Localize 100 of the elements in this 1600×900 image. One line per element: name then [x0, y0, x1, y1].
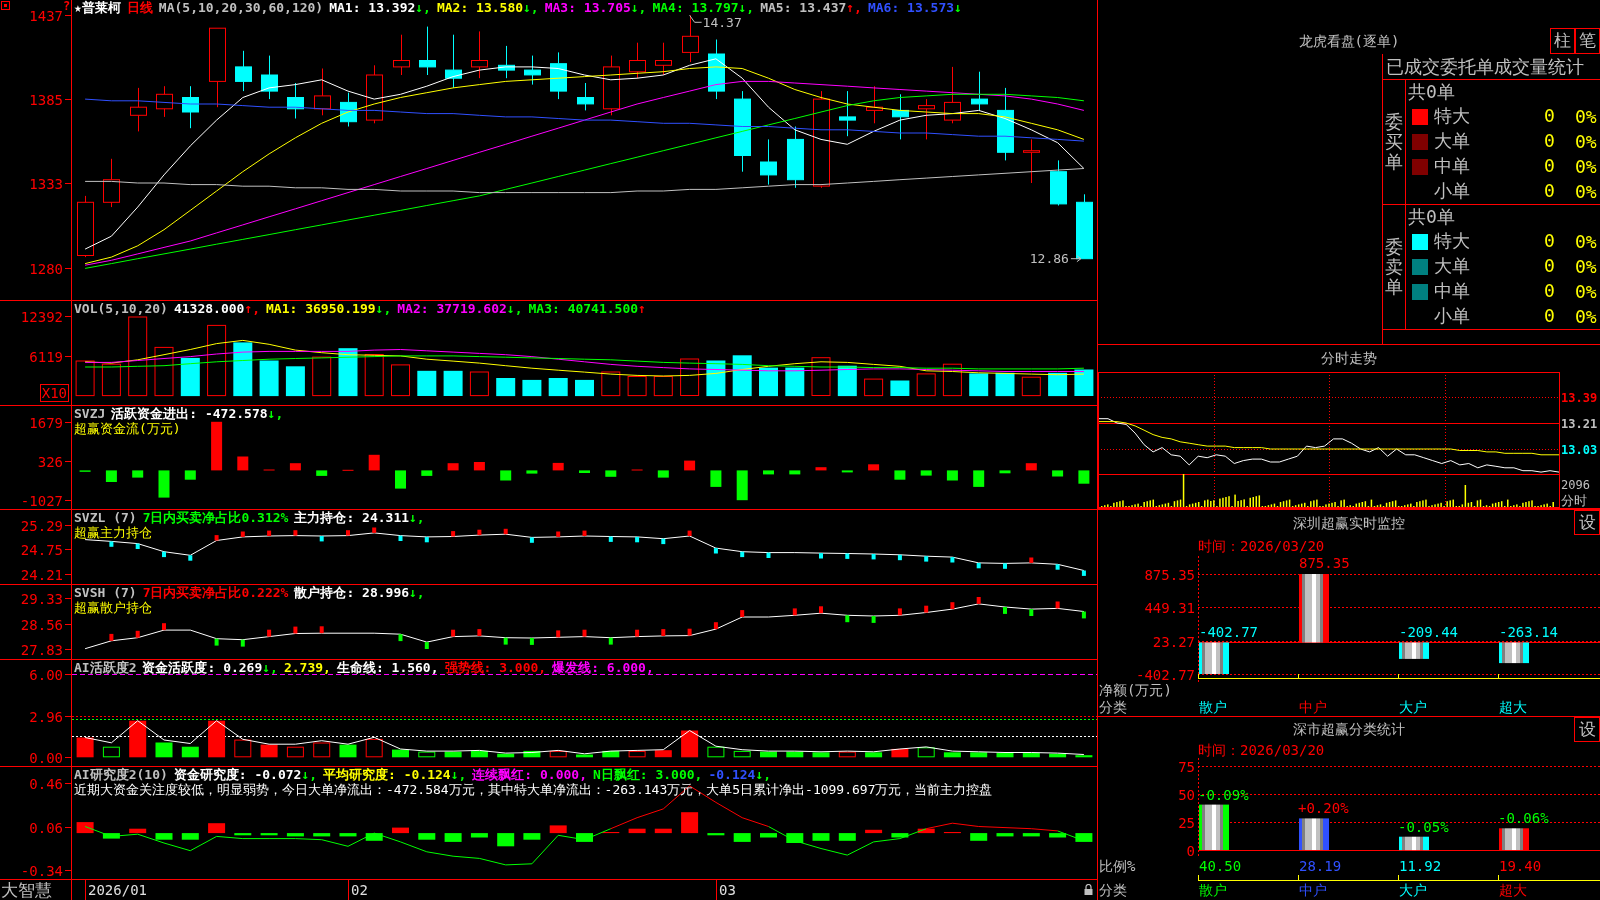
order-size-label: 中单: [1434, 280, 1470, 302]
axis-title: 分类: [1099, 699, 1127, 715]
candlestick: [524, 55, 541, 86]
view-toggle-button[interactable]: 笔: [1575, 28, 1600, 54]
axis-title: 分类: [1099, 882, 1127, 898]
order-total: 共0单: [1408, 82, 1455, 103]
change-marker: [293, 530, 298, 536]
change-label: -0.06%: [1498, 810, 1549, 827]
volume-scale-label: 2096: [1561, 478, 1590, 492]
change-marker: [424, 536, 429, 543]
research-bar: [523, 833, 541, 840]
order-count: 0: [1544, 255, 1555, 277]
candlestick: [760, 138, 777, 186]
fund-flow-bar: [500, 470, 512, 481]
order-count: 0: [1544, 304, 1555, 326]
indicator-text: N日飘红: 3.000,: [593, 767, 703, 782]
fund-flow-bar: [526, 470, 538, 474]
research-bar: [865, 829, 883, 834]
change-label: +0.20%: [1298, 800, 1349, 817]
research-bar: [1075, 833, 1093, 842]
research-bar: [970, 833, 988, 841]
fund-flow-bar: [132, 470, 144, 478]
research-bar: [681, 812, 699, 834]
change-marker: [240, 639, 245, 647]
indicator-text: SVZL (7): [74, 510, 137, 525]
order-count: 0: [1544, 105, 1555, 127]
candlestick: [603, 55, 620, 116]
change-marker: [1081, 611, 1086, 619]
fund-flow-bar: [841, 470, 853, 473]
change-marker: [1003, 607, 1007, 614]
trend-arrow: ↑,: [244, 301, 261, 316]
candlestick: [1023, 138, 1040, 184]
axis-label: 13.03: [1561, 443, 1598, 457]
panel-title: 深市超赢分类统计: [1293, 720, 1405, 739]
research-bar: [102, 833, 120, 839]
fund-flow-bar: [158, 470, 170, 498]
fund-flow-bar: [763, 470, 774, 475]
change-marker: [924, 556, 929, 562]
category-label: 超大: [1499, 882, 1527, 898]
indicator-text: 连续飘红: 0.000,: [472, 767, 587, 782]
trend-arrow: ↓,: [755, 767, 772, 782]
change-marker: [766, 552, 771, 558]
set-button[interactable]: 设: [1574, 510, 1600, 535]
bar-value-label: -209.44: [1399, 623, 1458, 640]
fund-flow-bar: [894, 470, 906, 480]
category-label: 散户: [1199, 699, 1227, 715]
change-marker: [529, 537, 534, 543]
bar-value-label: 28.19: [1299, 858, 1342, 874]
trend-arrow: ↓,: [506, 301, 523, 316]
change-marker: [398, 634, 403, 642]
category-label: 大户: [1399, 882, 1427, 898]
lock-icon: [1084, 884, 1093, 895]
research-bar: [181, 833, 199, 840]
group-label: 委卖单: [1385, 237, 1403, 297]
change-marker: [556, 630, 561, 638]
axis-label: 449.31: [1144, 599, 1195, 616]
change-marker: [267, 629, 272, 637]
research-bar: [286, 833, 304, 837]
change-marker: [976, 597, 981, 604]
change-marker: [1029, 557, 1034, 563]
indicator-text: MA4: 13.797: [652, 0, 739, 15]
fund-flow-bar: [579, 470, 590, 473]
indicator-text: 爆发线: 6.000,: [552, 660, 654, 675]
change-marker: [109, 541, 114, 547]
share-bar: [1499, 828, 1529, 850]
indicator-title: 超赢主力持仓: [74, 525, 152, 540]
panel-title: 龙虎看盘(逐单): [1298, 31, 1400, 51]
indicator-text: 日线: [126, 0, 153, 15]
research-bar: [365, 833, 383, 841]
set-button[interactable]: 设: [1574, 717, 1600, 742]
candlestick: [314, 68, 331, 116]
change-marker: [556, 531, 561, 537]
indicator-text: 主力持仓: 24.311: [294, 510, 410, 525]
candlestick: [498, 45, 515, 79]
order-size-label: 小单: [1434, 304, 1470, 326]
research-bar: [234, 833, 252, 836]
trend-arrow: ↓: [954, 0, 962, 15]
change-marker: [819, 606, 823, 614]
candlestick: [655, 42, 672, 76]
candlestick: [103, 158, 120, 208]
change-marker: [1055, 564, 1060, 570]
axis-label: 25.29: [20, 517, 63, 534]
candlestick: [918, 98, 935, 140]
category-label: 超大: [1499, 699, 1527, 715]
annotation: 12.86: [1029, 250, 1069, 266]
candlestick: [787, 126, 804, 189]
panel-title: 分时走势: [1321, 349, 1377, 368]
view-toggle-button[interactable]: 柱: [1550, 28, 1575, 54]
fund-flow-bar: [946, 470, 958, 481]
change-marker: [845, 553, 850, 559]
change-marker: [372, 527, 377, 533]
change-marker: [792, 608, 797, 616]
indicator-text: MA2: 13.580: [436, 0, 524, 15]
fund-flow-bar: [605, 470, 617, 477]
order-share: 0%: [1575, 132, 1597, 152]
fund-flow-bar: [447, 463, 459, 471]
research-bar: [392, 827, 409, 834]
indicator-text: ★普莱柯: [74, 0, 121, 15]
change-marker: [162, 623, 166, 631]
research-bar: [339, 833, 357, 837]
